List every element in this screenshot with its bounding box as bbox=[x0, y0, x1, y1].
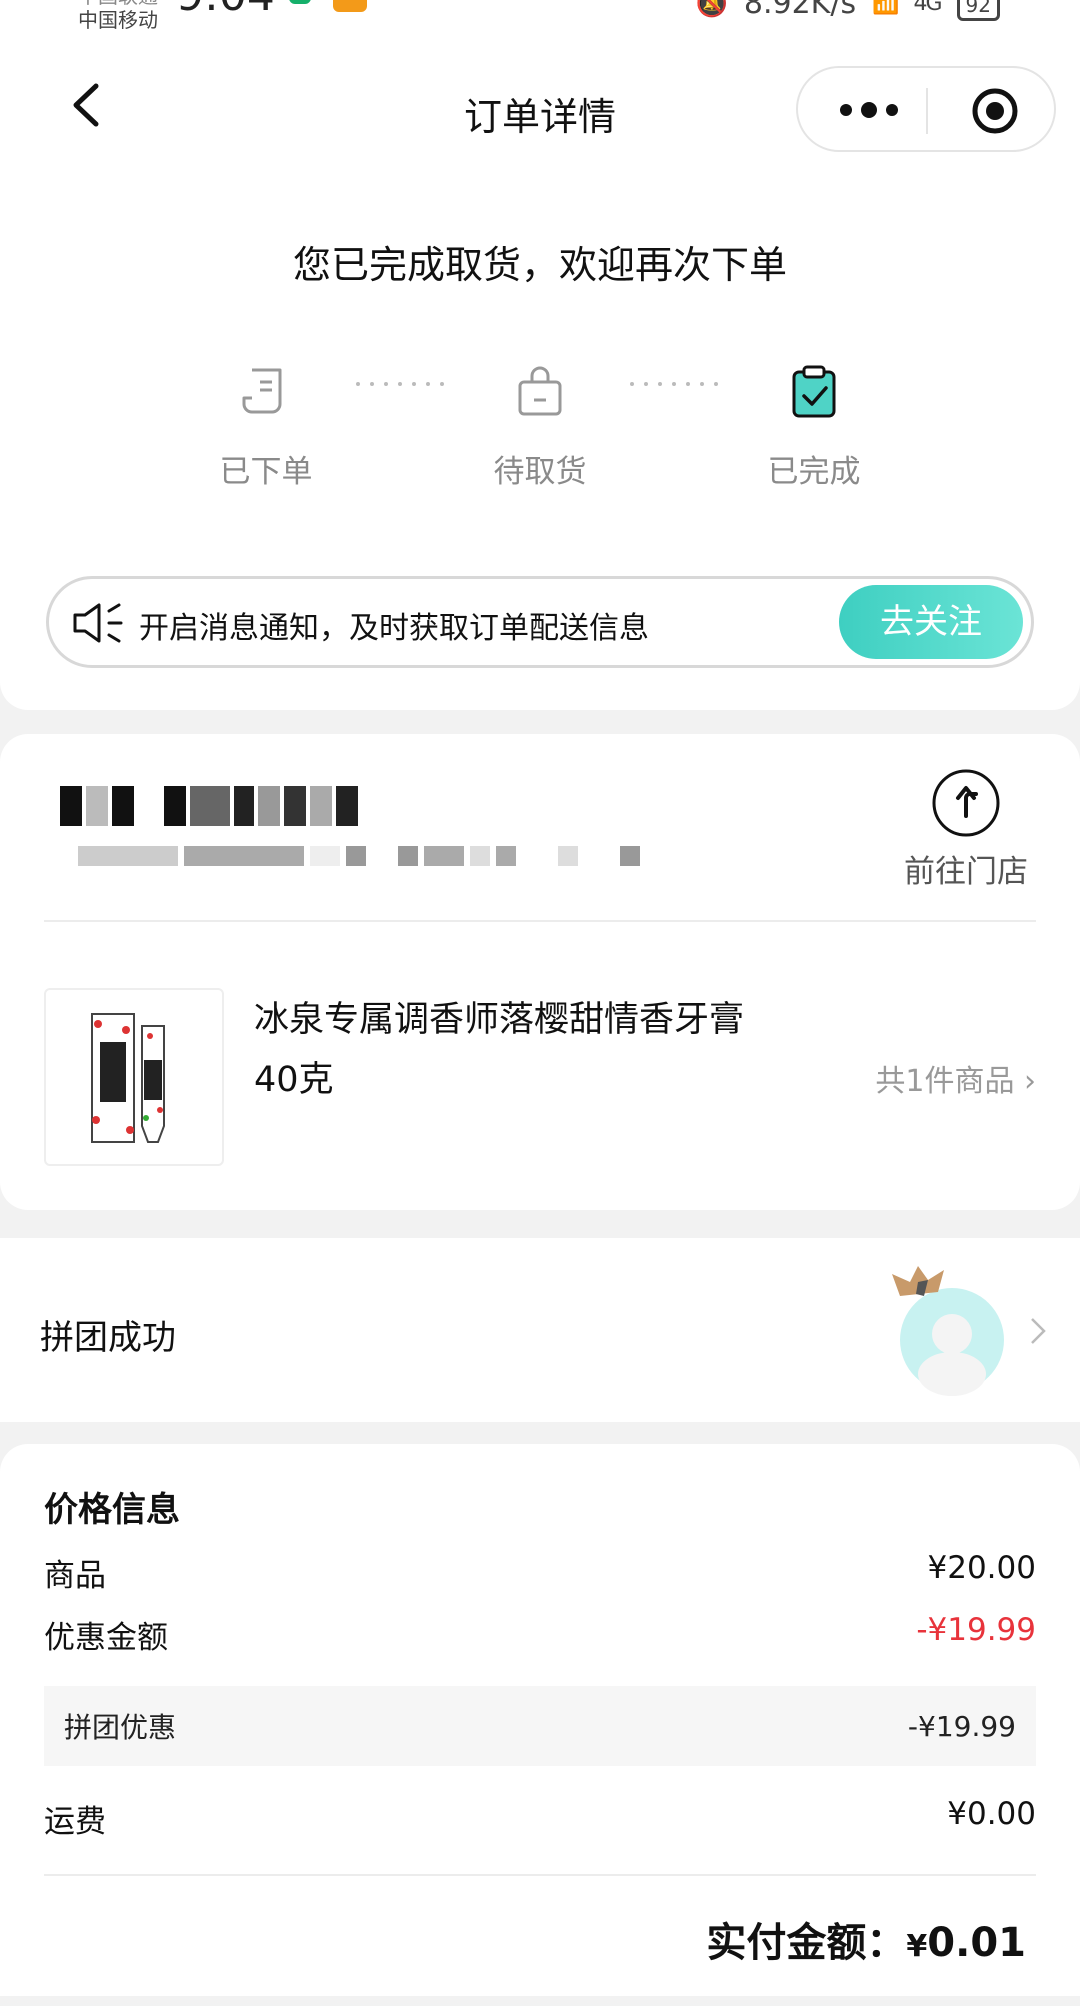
price-info-card: 价格信息 商品 ¥20.00 优惠金额 -¥19.99 拼团优惠 -¥19.99… bbox=[0, 1444, 1080, 1996]
discount-value: -¥19.99 bbox=[916, 1612, 1036, 1648]
group-discount-value: -¥19.99 bbox=[907, 1709, 1016, 1743]
avatar bbox=[892, 1266, 1004, 1396]
discount-row: 优惠金额 -¥19.99 bbox=[44, 1612, 1036, 1657]
group-discount-label: 拼团优惠 bbox=[64, 1711, 177, 1744]
carrier-name: 中国移动 bbox=[78, 8, 158, 32]
goods-label: 商品 bbox=[44, 1558, 106, 1594]
close-miniprogram-icon[interactable] bbox=[970, 86, 1020, 136]
store-name-redacted bbox=[60, 786, 358, 826]
go-to-store-button[interactable]: 前往门店 bbox=[896, 768, 1036, 891]
app-notification-icon bbox=[288, 0, 311, 4]
go-to-store-label: 前往门店 bbox=[904, 854, 1028, 890]
receipt-icon bbox=[242, 368, 282, 414]
wifi-icon: 📶 bbox=[872, 0, 899, 16]
goods-value: ¥20.00 bbox=[927, 1550, 1036, 1586]
step-connector bbox=[356, 382, 444, 386]
order-status-message: 您已完成取货，欢迎再次下单 bbox=[292, 243, 787, 287]
shipping-row: 运费 ¥0.00 bbox=[44, 1796, 1036, 1841]
step-label: 待取货 bbox=[493, 454, 587, 490]
carrier-top: 中国联通 bbox=[78, 0, 170, 8]
step-label: 已下单 bbox=[219, 454, 313, 490]
capsule-divider bbox=[926, 88, 928, 134]
toothpaste-product-image bbox=[91, 1013, 165, 1143]
signal-icon: 4G bbox=[913, 0, 943, 16]
step-label: 已完成 bbox=[767, 454, 861, 490]
group-discount-row: 拼团优惠 -¥19.99 bbox=[44, 1686, 1036, 1766]
total-paid: 实付金额：¥0.01 bbox=[706, 1910, 1026, 1968]
product-thumbnail[interactable] bbox=[44, 988, 224, 1166]
store-address-redacted bbox=[78, 846, 640, 866]
carrier-info: 中国联通 中国移动 bbox=[78, 0, 170, 32]
step-connector bbox=[630, 382, 718, 386]
total-paid-label: 实付金额： bbox=[706, 1920, 907, 1966]
navigation-bar: 订单详情 bbox=[0, 44, 1080, 174]
step-awaiting-pickup: 待取货 bbox=[460, 364, 620, 491]
total-paid-value: 0.01 bbox=[927, 1920, 1026, 1966]
price-info-title: 价格信息 bbox=[44, 1490, 180, 1530]
speaker-icon bbox=[73, 603, 123, 643]
mute-bell-icon: 🔕 bbox=[695, 0, 728, 19]
battery-icon: 92 bbox=[956, 0, 1000, 21]
notification-text: 开启消息通知，及时获取订单配送信息 bbox=[139, 611, 649, 646]
step-ordered: 已下单 bbox=[186, 364, 346, 491]
divider bbox=[44, 1874, 1036, 1876]
follow-button[interactable]: 去关注 bbox=[839, 585, 1023, 659]
navigate-icon bbox=[932, 769, 1000, 837]
group-buy-row[interactable]: 拼团成功 bbox=[0, 1238, 1080, 1422]
notification-banner: 开启消息通知，及时获取订单配送信息 去关注 bbox=[46, 576, 1034, 668]
product-name[interactable]: 冰泉专属调香师落樱甜情香牙膏40克 bbox=[254, 990, 774, 1110]
bag-icon bbox=[518, 366, 562, 416]
goods-price-row: 商品 ¥20.00 bbox=[44, 1550, 1036, 1595]
status-bar: 中国联通 中国移动 9:04 imou 🔕 8.92K/s 📶 4G 92 bbox=[0, 0, 1080, 44]
network-speed: 8.92K/s bbox=[743, 0, 857, 21]
chevron-right-icon bbox=[1031, 1318, 1046, 1344]
product-count-link[interactable]: 共1件商品 › bbox=[875, 1056, 1036, 1100]
miniprogram-capsule bbox=[796, 66, 1056, 152]
clipboard-check-icon bbox=[792, 365, 836, 418]
total-paid-currency: ¥ bbox=[906, 1929, 928, 1964]
more-icon[interactable] bbox=[834, 92, 904, 128]
step-completed: 已完成 bbox=[734, 364, 894, 491]
store-card: 前往门店 冰泉专属调香师落樱甜情香牙膏40克 共1件商品 › bbox=[0, 734, 1080, 1210]
shipping-label: 运费 bbox=[44, 1804, 106, 1840]
divider bbox=[44, 920, 1036, 922]
discount-label: 优惠金额 bbox=[44, 1620, 168, 1656]
group-status-label: 拼团成功 bbox=[40, 1318, 176, 1358]
clock: 9:04 bbox=[176, 0, 275, 18]
shipping-value: ¥0.00 bbox=[947, 1796, 1036, 1832]
product-count-label: 共1件商品 bbox=[875, 1064, 1015, 1099]
order-status-card: 您已完成取货，欢迎再次下单 已下单 待取货 已完成 开启消息通知，及时获取订单配… bbox=[0, 174, 1080, 710]
imou-app-icon: imou bbox=[332, 0, 367, 12]
chevron-right-icon: › bbox=[1024, 1064, 1036, 1099]
